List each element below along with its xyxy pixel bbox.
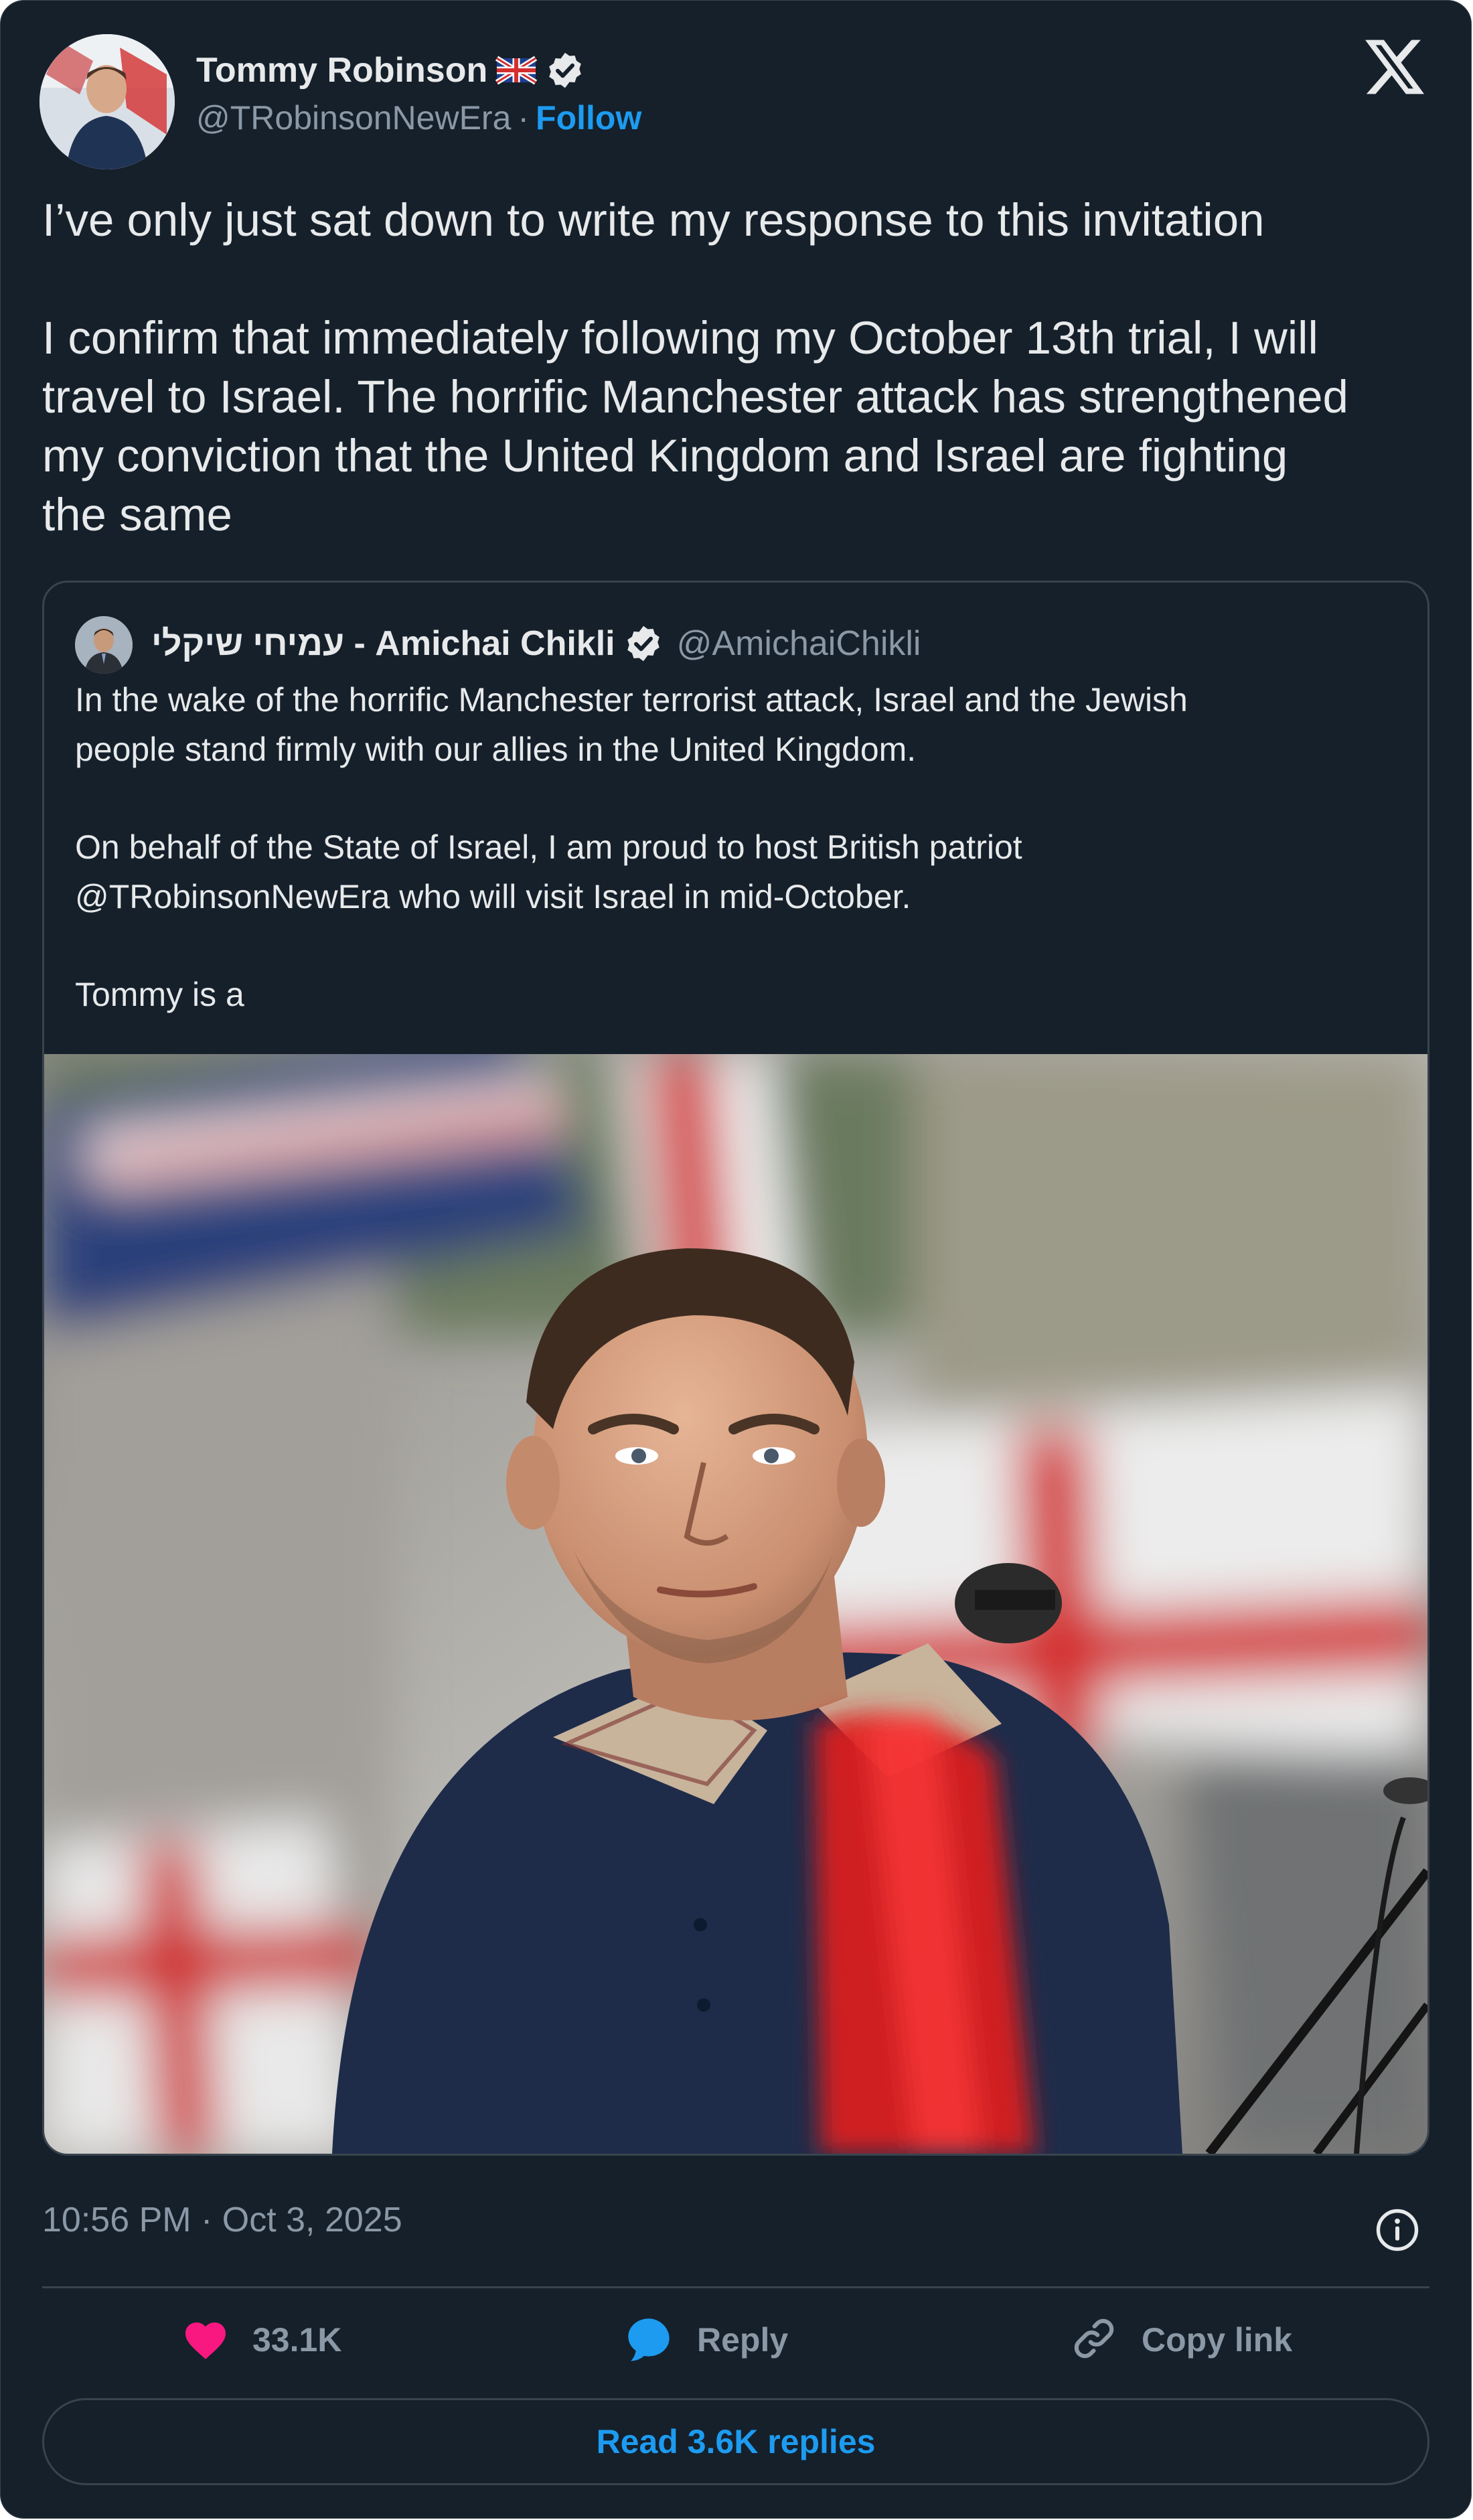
handle-row: @TRobinsonNewEra · Follow [196,98,641,137]
quoted-text-line: Tommy is a [75,976,244,1013]
reply-button[interactable]: Reply [623,2310,788,2370]
tweet-text-line: I’ve only just sat down to write my resp… [42,194,1265,246]
verified-badge-icon [545,50,585,90]
copy-link-label: Copy link [1142,2321,1293,2359]
author-name[interactable]: Tommy Robinson [196,50,487,90]
like-button[interactable]: 33.1K [181,2310,341,2370]
quoted-author-name[interactable]: עמיחי שיקלי - Amichai Chikli [151,623,615,664]
quoted-text-line: In the wake of the horrific Manchester t… [75,681,1188,719]
like-count: 33.1K [252,2321,342,2359]
divider [42,2286,1429,2288]
tweet-text-line: my conviction that the United Kingdom an… [42,430,1288,481]
reply-bubble-icon [623,2314,674,2366]
tweet-text-line: the same [42,489,232,540]
author-avatar[interactable] [40,34,175,169]
quoted-author-avatar[interactable] [75,616,133,674]
quoted-name-row: עמיחי שיקלי - Amichai Chikli @AmichaiChi… [151,619,921,668]
verified-badge-icon [623,623,664,664]
quoted-tweet-text: In the wake of the horrific Manchester t… [75,675,1188,1019]
tweet-card: Tommy Robinson @TRobinsonNewEra · Follow [0,0,1472,2519]
tweet-timestamp[interactable]: 10:56 PM · Oct 3, 2025 [42,2200,402,2240]
tweet-text-line: travel to Israel. The horrific Mancheste… [42,371,1348,423]
quoted-text-line: people stand firmly with our allies in t… [75,731,917,768]
quoted-tweet[interactable]: עמיחי שיקלי - Amichai Chikli @AmichaiChi… [42,581,1429,2156]
copy-link-button[interactable]: Copy link [1069,2310,1292,2370]
uk-flag-icon [495,54,538,86]
tweet-text-line: I confirm that immediately following my … [42,312,1318,364]
separator-dot: · [518,99,530,137]
author-name-row: Tommy Robinson [196,49,585,92]
author-handle[interactable]: @TRobinsonNewEra [196,98,511,137]
follow-button[interactable]: Follow [536,98,641,137]
x-logo-icon[interactable] [1365,40,1424,94]
quoted-text-line: On behalf of the State of Israel, I am p… [75,828,1022,866]
quoted-text-line: @TRobinsonNewEra who will visit Israel i… [75,878,911,915]
info-icon[interactable] [1373,2206,1421,2254]
link-icon [1069,2314,1119,2367]
quoted-author-handle[interactable]: @AmichaiChikli [677,623,921,664]
tweet-text: I’ve only just sat down to write my resp… [42,191,1435,544]
read-replies-button[interactable]: Read 3.6K replies [42,2398,1429,2485]
heart-icon [181,2316,230,2364]
quoted-tweet-photo[interactable] [44,1027,1427,2154]
reply-label: Reply [697,2321,789,2359]
